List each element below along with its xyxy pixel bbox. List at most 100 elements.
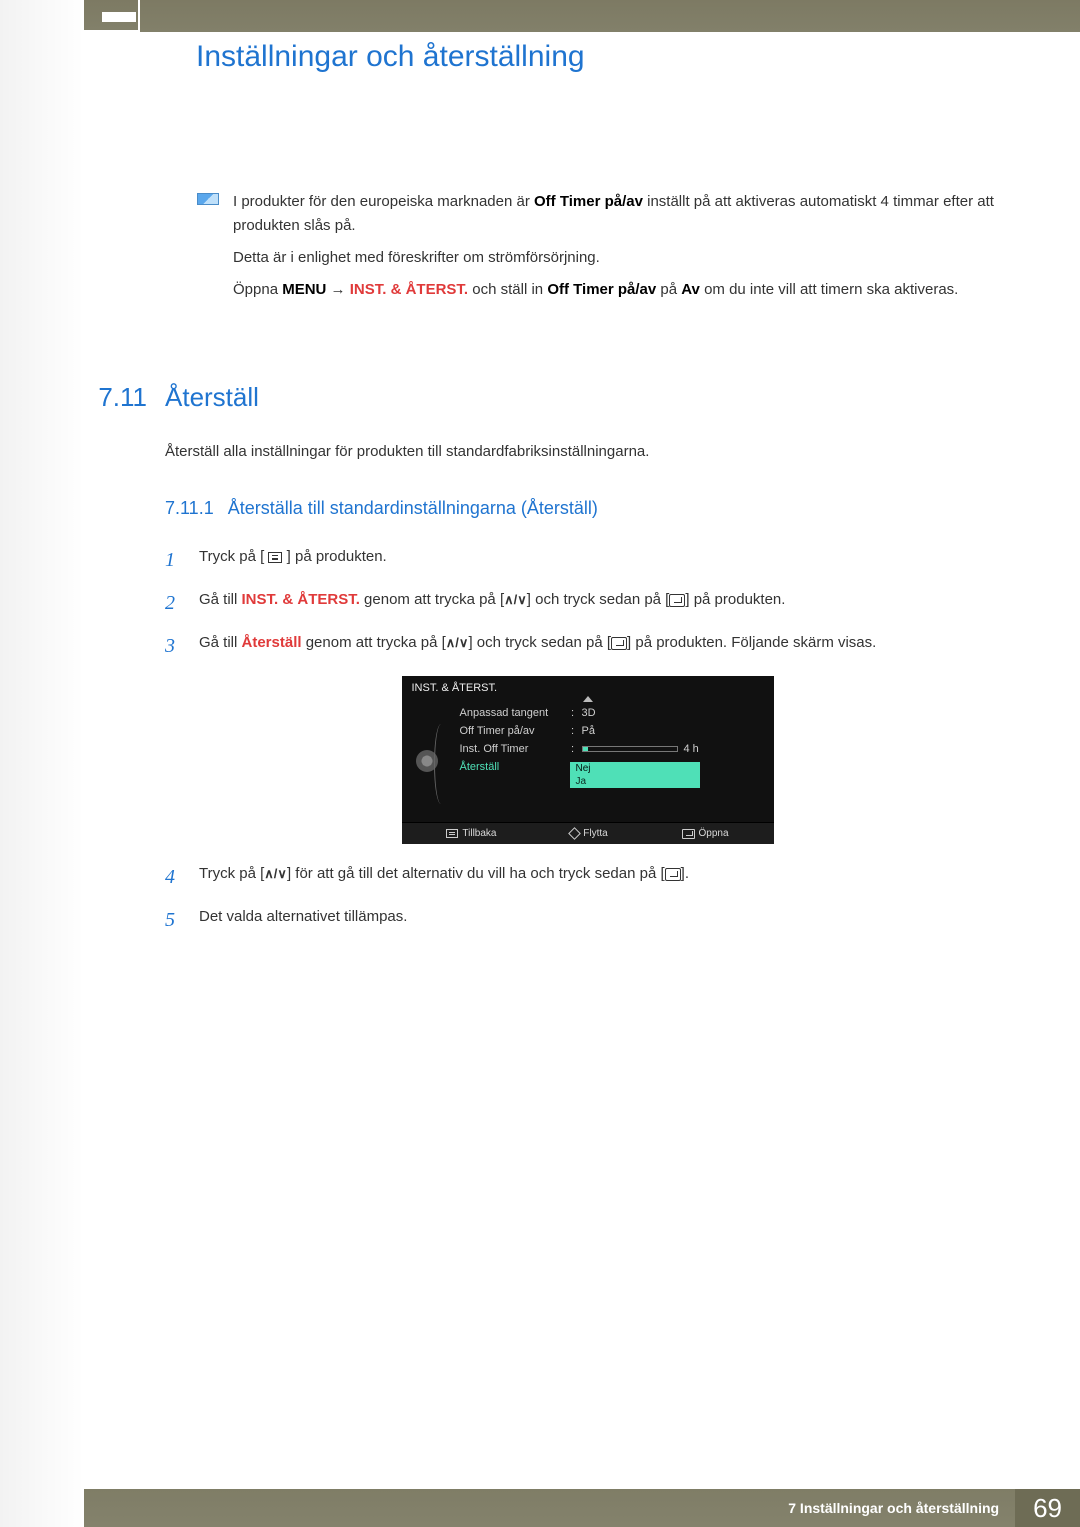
osd-panel: INST. & ÅTERST. Anpassad tangent : 3D Of… — [402, 676, 774, 844]
diamond-icon — [568, 827, 581, 840]
updown-icon: ∧/∨ — [264, 864, 287, 884]
subsection-number: 7.11.1 — [165, 498, 214, 519]
osd-value: På — [578, 725, 764, 737]
colon: : — [568, 707, 578, 719]
step-number: 4 — [165, 862, 199, 893]
osd-option: Nej — [570, 762, 700, 775]
text-bold: Off Timer på/av — [534, 193, 643, 210]
osd-label: Anpassad tangent — [460, 707, 568, 719]
text: I produkter för den europeiska marknaden… — [233, 193, 534, 210]
updown-icon: ∧/∨ — [446, 633, 469, 653]
footer-bar: 7 Inställningar och återställning 69 — [84, 1489, 1080, 1527]
text: Öppna — [233, 281, 282, 298]
osd-footer-open: Öppna — [682, 828, 729, 839]
text-bold: Off Timer på/av — [547, 281, 656, 298]
slider-track — [582, 746, 678, 752]
enter-icon — [665, 868, 681, 881]
osd-value: 4 h — [578, 743, 764, 755]
osd-footer: Tillbaka Flytta Öppna — [402, 822, 774, 844]
arrow-icon: → — [326, 281, 349, 298]
step-number: 5 — [165, 905, 199, 936]
text: ] för att gå till det alternativ du vill… — [287, 865, 665, 882]
sub-heading: 7.11.1 Återställa till standardinställnin… — [165, 498, 1010, 519]
note-line-1: I produkter för den europeiska marknaden… — [233, 190, 1010, 238]
text-bold: Av — [681, 281, 700, 298]
enter-icon — [682, 829, 695, 839]
text: Gå till — [199, 591, 242, 608]
colon: : — [568, 725, 578, 737]
enter-icon — [669, 594, 685, 607]
step-2: 2 Gå till INST. & ÅTERST. genom att tryc… — [165, 588, 1010, 619]
step-text: Tryck på [ ] på produkten. — [199, 545, 1010, 576]
osd-label: Off Timer på/av — [460, 725, 568, 737]
osd-sidebar-art — [412, 720, 452, 808]
osd-figure: INST. & ÅTERST. Anpassad tangent : 3D Of… — [165, 676, 1010, 844]
footer-page-number: 69 — [1015, 1489, 1080, 1527]
note-icon — [197, 193, 219, 205]
step-text: Tryck på [∧/∨] för att gå till det alter… — [199, 862, 1010, 893]
text: ] på produkten. — [282, 548, 386, 565]
osd-value: 3D — [578, 707, 764, 719]
step-text: Gå till INST. & ÅTERST. genom att trycka… — [199, 588, 1010, 619]
osd-label: Återställ — [460, 761, 568, 773]
text: Flytta — [583, 828, 607, 839]
menu-icon — [268, 552, 282, 563]
text: och ställ in — [468, 281, 547, 298]
header-tab-notch — [102, 12, 136, 22]
slider-fill — [583, 747, 589, 751]
updown-icon: ∧/∨ — [504, 590, 527, 610]
enter-icon — [611, 637, 627, 650]
osd-row: Off Timer på/av : På — [460, 722, 764, 740]
text: ] och tryck sedan på [ — [468, 634, 611, 651]
text: ] och tryck sedan på [ — [527, 591, 670, 608]
text-red: INST. & ÅTERST. — [242, 591, 360, 608]
step-text: Det valda alternativet tillämpas. — [199, 905, 1010, 936]
step-5: 5 Det valda alternativet tillämpas. — [165, 905, 1010, 936]
footer-chapter: 7 Inställningar och återställning — [788, 1500, 1015, 1516]
text: genom att trycka på [ — [302, 634, 446, 651]
step-text: Gå till Återställ genom att trycka på [∧… — [199, 631, 1010, 662]
text: ]. — [681, 865, 689, 882]
osd-label: Inst. Off Timer — [460, 743, 568, 755]
osd-footer-back: Tillbaka — [446, 828, 496, 839]
step-number: 2 — [165, 588, 199, 619]
osd-dropdown: Nej Ja — [570, 762, 700, 788]
step-3: 3 Gå till Återställ genom att trycka på … — [165, 631, 1010, 662]
text: Öppna — [699, 828, 729, 839]
section-title: Återställ — [165, 382, 259, 412]
step-number: 3 — [165, 631, 199, 662]
text: ] på produkten. — [685, 591, 785, 608]
colon: : — [568, 743, 578, 755]
osd-body: Anpassad tangent : 3D Off Timer på/av : … — [402, 698, 774, 822]
note-line-2: Detta är i enlighet med föreskrifter om … — [233, 246, 1010, 270]
text: Tryck på [ — [199, 548, 268, 565]
section-intro: Återställ alla inställningar för produkt… — [165, 443, 1010, 460]
step-number: 1 — [165, 545, 199, 576]
text: på — [656, 281, 681, 298]
text-red: INST. & ÅTERST. — [350, 281, 468, 298]
note-block: I produkter för den europeiska marknaden… — [165, 190, 1010, 302]
up-arrow-icon — [583, 696, 593, 702]
menu-icon — [446, 829, 458, 838]
left-shadow — [0, 0, 84, 1527]
osd-row: Inst. Off Timer : 4 h — [460, 740, 764, 758]
osd-value-text: 4 h — [684, 743, 699, 755]
main-content: I produkter för den europeiska marknaden… — [165, 190, 1010, 948]
subsection-title: Återställa till standardinställningarna … — [228, 498, 598, 518]
curve-icon — [434, 724, 448, 804]
osd-option: Ja — [570, 775, 700, 788]
header-bar — [140, 0, 1080, 32]
text: genom att trycka på [ — [360, 591, 504, 608]
text-red: Återställ — [242, 634, 302, 651]
text: Gå till — [199, 634, 242, 651]
step-4: 4 Tryck på [∧/∨] för att gå till det alt… — [165, 862, 1010, 893]
text: om du inte vill att timern ska aktiveras… — [700, 281, 958, 298]
section-number: 7.11 — [59, 382, 147, 413]
text-bold: MENU — [282, 281, 326, 298]
text: Tillbaka — [462, 828, 496, 839]
osd-title: INST. & ÅTERST. — [402, 676, 774, 698]
text: Tryck på [ — [199, 865, 264, 882]
step-1: 1 Tryck på [ ] på produkten. — [165, 545, 1010, 576]
osd-row: Anpassad tangent : 3D — [460, 704, 764, 722]
note-line-3: Öppna MENU → INST. & ÅTERST. och ställ i… — [233, 278, 1010, 302]
